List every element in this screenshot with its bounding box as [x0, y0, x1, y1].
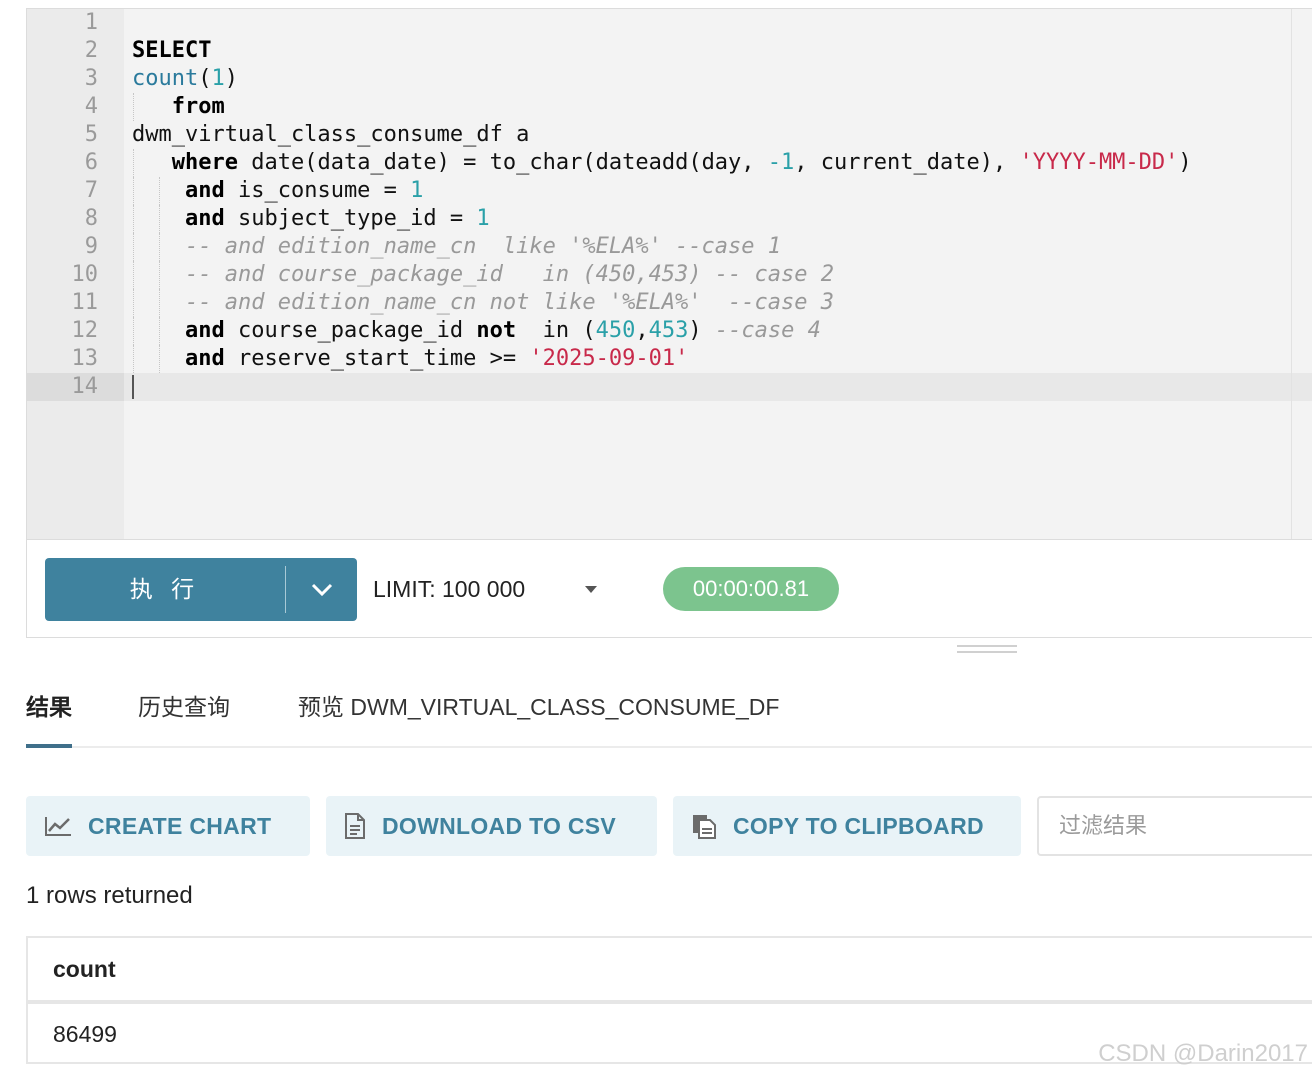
line-number: 7: [84, 178, 98, 203]
chevron-down-icon: [311, 583, 332, 596]
line-number-active: 14: [27, 373, 124, 401]
column-header-count[interactable]: count: [28, 938, 1312, 1004]
line-number: 9: [84, 234, 98, 259]
code-line: -- and edition_name_cn like '%ELA%' --ca…: [124, 233, 1312, 261]
code-line: and subject_type_id = 1: [124, 205, 1312, 233]
line-number: 10: [71, 262, 99, 287]
code-line: where date(data_date) = to_char(dateadd(…: [124, 149, 1312, 177]
line-number: 6: [84, 150, 98, 175]
text-cursor: [132, 375, 134, 399]
line-number-gutter: 1 2 3 4 5 6 7 8 9 10 11 12 13 14: [27, 9, 124, 539]
code-line: and is_consume = 1: [124, 177, 1312, 205]
editor-scroll-edge: [1291, 9, 1292, 539]
tab-preview-table[interactable]: 预览 DWM_VIRTUAL_CLASS_CONSUME_DF: [298, 688, 779, 746]
line-chart-icon: [45, 817, 71, 836]
code-line: and course_package_id not in (450,453) -…: [124, 317, 1312, 345]
run-options-dropdown[interactable]: [286, 558, 357, 621]
copy-clipboard-label: COPY TO CLIPBOARD: [733, 812, 984, 839]
run-button[interactable]: 执 行: [45, 558, 357, 621]
filter-results-input[interactable]: [1037, 796, 1312, 856]
code-area[interactable]: SELECT count(1) from dwm_virtual_class_c…: [124, 9, 1312, 539]
watermark: CSDN @Darin2017: [1098, 1040, 1308, 1067]
line-number: 4: [84, 94, 98, 119]
file-icon: [345, 813, 365, 839]
code-line-active: [124, 373, 1312, 401]
create-chart-label: CREATE CHART: [88, 812, 272, 839]
copy-icon: [693, 815, 716, 839]
timer-badge: 00:00:00.81: [663, 567, 839, 611]
sql-editor[interactable]: 1 2 3 4 5 6 7 8 9 10 11 12 13 14 SELECT …: [26, 8, 1312, 540]
line-number: 2: [84, 38, 98, 63]
code-line: from: [124, 93, 1312, 121]
line-number: 3: [84, 66, 98, 91]
code-line: dwm_virtual_class_consume_df a: [132, 122, 530, 147]
limit-select[interactable]: LIMIT: 100 000: [373, 576, 525, 603]
rows-returned-text: 1 rows returned: [26, 882, 193, 909]
result-tabs: 结果 历史查询 预览 DWM_VIRTUAL_CLASS_CONSUME_DF: [26, 680, 1312, 748]
download-csv-button[interactable]: DOWNLOAD TO CSV: [326, 796, 657, 856]
line-number: 12: [71, 318, 99, 343]
code-line: and reserve_start_time >= '2025-09-01': [124, 345, 1312, 373]
code-line: -- and course_package_id in (450,453) --…: [124, 261, 1312, 289]
line-number: 1: [84, 10, 98, 35]
caret-down-icon[interactable]: [585, 586, 597, 593]
query-toolbar: 执 行 LIMIT: 100 000 00:00:00.81: [26, 540, 1312, 638]
line-number: 11: [71, 290, 99, 315]
line-number: 13: [71, 346, 99, 371]
copy-clipboard-button[interactable]: COPY TO CLIPBOARD: [673, 796, 1021, 856]
code-line: SELECT: [132, 38, 212, 63]
panel-resize-handle[interactable]: [957, 645, 1017, 655]
line-number: 5: [84, 122, 98, 147]
line-number: 8: [84, 206, 98, 231]
code-line: count(1): [132, 66, 238, 91]
code-line: -- and edition_name_cn not like '%ELA%' …: [124, 289, 1312, 317]
tab-results[interactable]: 结果: [26, 688, 72, 748]
tab-query-history[interactable]: 历史查询: [138, 688, 230, 746]
run-button-label: 执 行: [129, 576, 201, 602]
download-csv-label: DOWNLOAD TO CSV: [382, 812, 617, 839]
create-chart-button[interactable]: CREATE CHART: [26, 796, 310, 856]
